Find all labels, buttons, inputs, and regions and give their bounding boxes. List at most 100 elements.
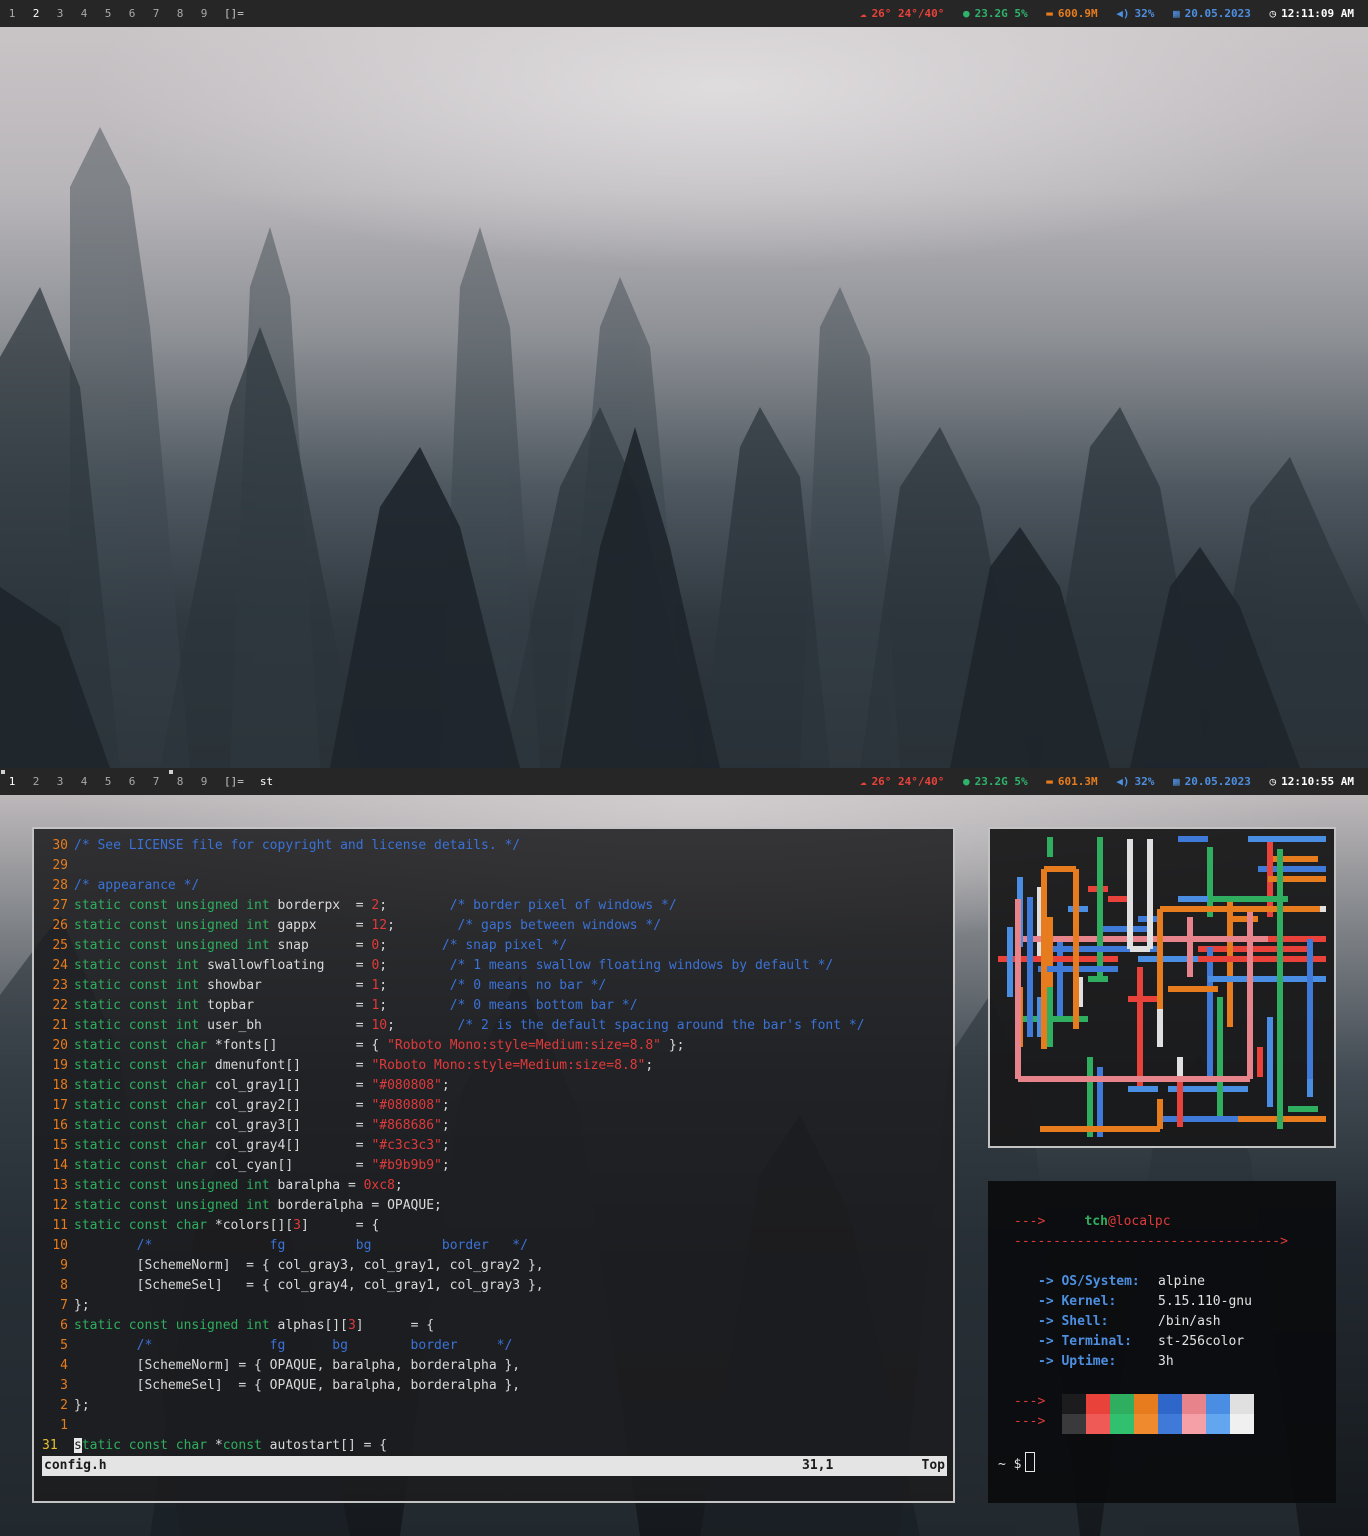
disk-module: ● 23.2G 5%	[963, 0, 1028, 27]
shell-prompt[interactable]: ~ $	[998, 1452, 1036, 1475]
tag-5[interactable]: 5	[96, 768, 120, 795]
line-number: 20	[52, 1038, 68, 1053]
tag-3[interactable]: 3	[48, 0, 72, 27]
code-line: 16 static const char col_gray3[] = "#8686…	[42, 1116, 865, 1136]
tag-4[interactable]: 4	[72, 0, 96, 27]
line-number: 26	[52, 918, 68, 933]
line-number: 5	[60, 1338, 68, 1353]
code-token: /* 0 means bottom bar */	[449, 998, 638, 1013]
code-token: swallowfloating =	[207, 958, 372, 973]
code-token: autostart[] = {	[261, 1438, 388, 1453]
fetch-terminal-window[interactable]: ---> tch@localpc -----------------------…	[988, 1181, 1336, 1503]
fetch-host: localpc	[1115, 1214, 1171, 1229]
line-number: 14	[52, 1158, 68, 1173]
forest-silhouette	[0, 127, 1368, 768]
code-token: dmenufont[] =	[214, 1058, 372, 1073]
code-token: 0xc8	[363, 1178, 395, 1193]
fetch-at: @	[1107, 1214, 1116, 1229]
weather-module: ☁ 26° 24°/40°	[860, 0, 944, 27]
code-token: };	[74, 1398, 90, 1413]
clock-icon: ◷	[1269, 775, 1277, 788]
tag-2[interactable]: 2	[24, 0, 48, 27]
layout-symbol[interactable]: []=	[224, 768, 244, 795]
window-title[interactable]: st	[260, 768, 273, 795]
calendar-icon: ▦	[1173, 7, 1180, 20]
tag-5[interactable]: 5	[96, 0, 120, 27]
code-token: const	[222, 1438, 262, 1453]
tag-6[interactable]: 6	[120, 768, 144, 795]
tag-9[interactable]: 9	[192, 0, 216, 27]
line-number: 3	[60, 1378, 68, 1393]
code-token: [SchemeSel] = { OPAQUE, baralpha, border…	[74, 1378, 521, 1393]
status-cursor-position: 31,1	[802, 1458, 834, 1473]
top-status-bar: 1 2 3 4 5 6 7 8 9 []= ☁ 26° 24°/40° ● 23.2G 5% ▬ 600…	[0, 0, 1368, 27]
fetch-item: -> Uptime:	[1038, 1354, 1117, 1369]
tag-8[interactable]: 8	[168, 0, 192, 27]
fetch-label: Shell:	[1061, 1314, 1109, 1329]
code-token: "#080808"	[371, 1078, 442, 1093]
tag-6[interactable]: 6	[120, 0, 144, 27]
disk-icon: ●	[963, 775, 970, 788]
code-token: col_gray1[] =	[214, 1078, 372, 1093]
code-token: user_bh =	[207, 1018, 372, 1033]
code-token: ] = {	[355, 1318, 435, 1333]
code-line: 30 /* See LICENSE file for copyright and …	[42, 836, 865, 856]
code-buffer[interactable]: 30 /* See LICENSE file for copyright and …	[42, 836, 865, 1456]
line-number: 15	[52, 1138, 68, 1153]
code-token: static const unsigned int	[74, 1198, 278, 1213]
color-swatch	[1134, 1394, 1158, 1414]
tag-7[interactable]: 7	[144, 0, 168, 27]
code-token: static const char	[74, 1038, 215, 1053]
tag-4[interactable]: 4	[72, 768, 96, 795]
code-line: 9 [SchemeNorm] = { col_gray3, col_gray1,…	[42, 1256, 865, 1276]
code-token: /* snap pixel */	[441, 938, 568, 953]
palette-arrow-bottom: --->	[1014, 1414, 1046, 1429]
tag-1[interactable]: 1	[0, 768, 24, 795]
code-token: /* 1 means swallow floating windows by d…	[449, 958, 834, 973]
code-line: 18 static const char col_gray1[] = "#0808…	[42, 1076, 865, 1096]
tag-2[interactable]: 2	[24, 768, 48, 795]
code-token: static const unsigned int	[74, 1178, 278, 1193]
status-scroll-position: Top	[921, 1458, 945, 1473]
tag-1[interactable]: 1	[0, 0, 24, 27]
speaker-icon: ◀)	[1116, 7, 1130, 20]
tag-8[interactable]: 8	[168, 768, 192, 795]
code-line: 6 static const unsigned int alphas[][3] =…	[42, 1316, 865, 1336]
volume-module: ◀) 32%	[1116, 768, 1154, 795]
editor-terminal-window[interactable]: 30 /* See LICENSE file for copyright and …	[32, 827, 955, 1503]
color-swatch	[1230, 1414, 1254, 1434]
line-number: 8	[60, 1278, 68, 1293]
layout-symbol[interactable]: []=	[224, 0, 244, 27]
line-number: 25	[52, 938, 68, 953]
code-line: 29	[42, 856, 865, 876]
tag-7[interactable]: 7	[144, 768, 168, 795]
pipes-terminal-window[interactable]	[988, 827, 1336, 1148]
code-line: 22 static const int topbar = 1; /* 0 mean…	[42, 996, 865, 1016]
code-line: 7};	[42, 1296, 865, 1316]
status-modules: ☁ 26° 24°/40° ● 23.2G 5% ▬ 601.3M ◀) 32% ▦ 20…	[848, 768, 1354, 795]
code-line: 10 /* fg bg border */	[42, 1236, 865, 1256]
memory-module: ▬ 601.3M	[1046, 768, 1097, 795]
palette-arrow-top: --->	[1014, 1394, 1046, 1409]
current-code-line: 31 static const char *const autostart[] =…	[42, 1436, 865, 1456]
code-line: 14 static const char col_cyan[] = "#b9b9b…	[42, 1156, 865, 1176]
date-module: ▦ 20.05.2023	[1173, 768, 1251, 795]
tag-3[interactable]: 3	[48, 768, 72, 795]
clock-icon: ◷	[1269, 7, 1277, 20]
code-line: 3 [SchemeSel] = { OPAQUE, baralpha, bord…	[42, 1376, 865, 1396]
status-filename: config.h	[44, 1458, 107, 1473]
code-token: tatic const char	[81, 1438, 215, 1453]
code-token: showbar =	[207, 978, 372, 993]
line-number: 11	[52, 1218, 68, 1233]
tag-9[interactable]: 9	[192, 768, 216, 795]
code-token: ;	[441, 1138, 450, 1153]
clock-module: ◷ 12:10:55 AM	[1270, 768, 1354, 795]
code-token: ;	[387, 1018, 458, 1033]
line-number: 13	[52, 1178, 68, 1193]
fetch-item: -> Kernel:	[1038, 1294, 1117, 1309]
code-token: col_gray4[] =	[214, 1138, 372, 1153]
code-token: static const int	[74, 978, 208, 993]
line-number: 19	[52, 1058, 68, 1073]
